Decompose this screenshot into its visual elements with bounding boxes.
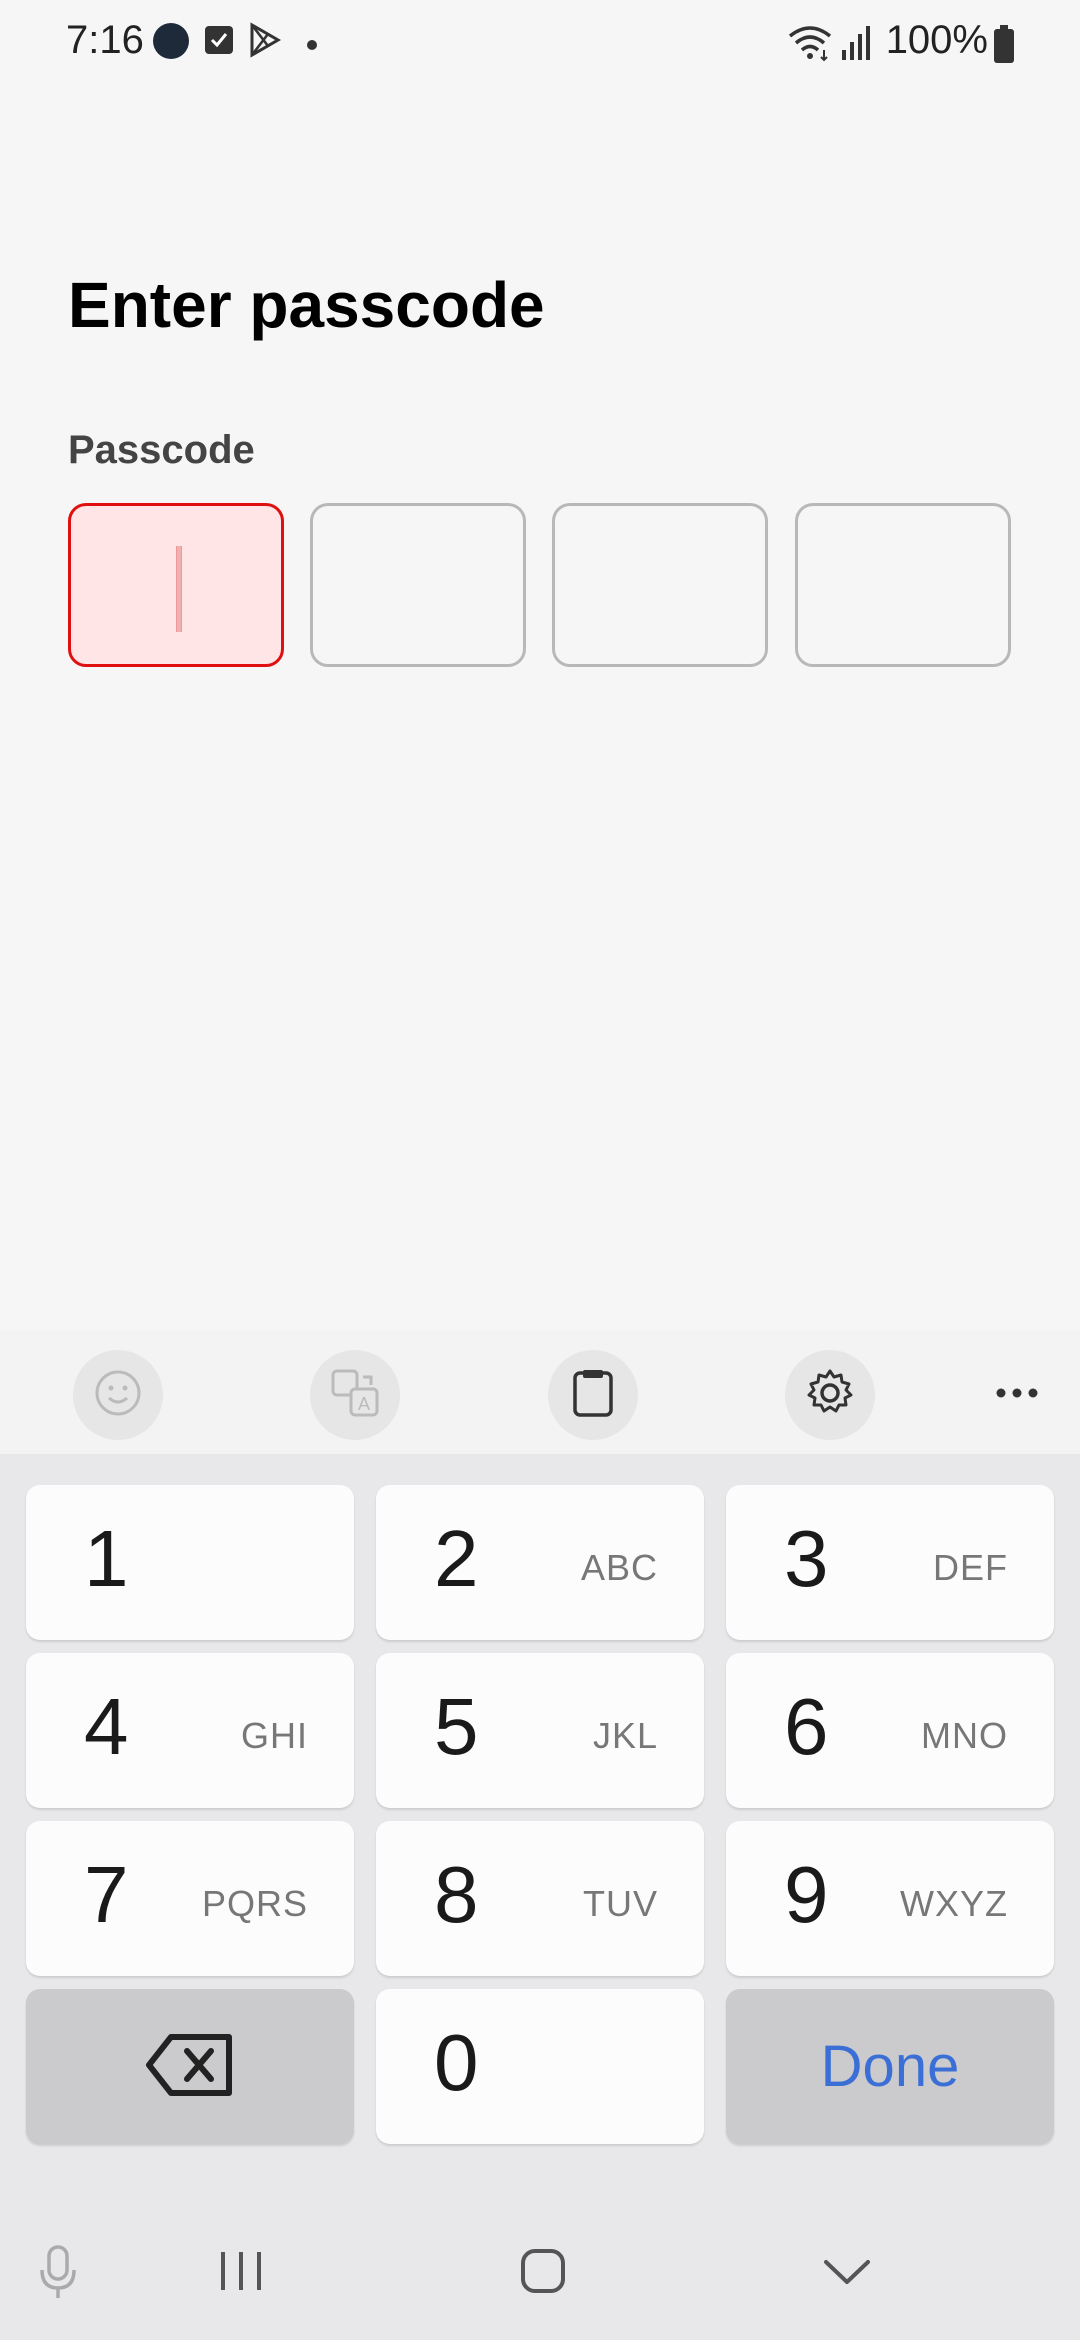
key-letters: ABC — [580, 1547, 658, 1588]
done-key[interactable]: Done — [726, 1989, 1054, 2144]
translate-button[interactable]: A — [310, 1350, 400, 1440]
key-digit: 1 — [84, 1514, 129, 1603]
key-5[interactable]: 5 JKL — [376, 1653, 704, 1808]
navigation-bar — [0, 2200, 1080, 2340]
key-letters: JKL — [592, 1715, 658, 1756]
key-letters: MNO — [921, 1715, 1008, 1756]
passcode-digit-3[interactable] — [552, 503, 768, 667]
text-cursor — [176, 546, 182, 632]
emoji-icon — [93, 1368, 143, 1423]
page-title: Enter passcode — [68, 269, 545, 341]
key-4[interactable]: 4 GHI — [26, 1653, 354, 1808]
key-letters: GHI — [240, 1715, 308, 1756]
passcode-input-group — [68, 503, 1012, 671]
key-letters: WXYZ — [900, 1883, 1008, 1924]
key-digit: 5 — [434, 1682, 479, 1771]
backspace-key[interactable] — [26, 1989, 354, 2144]
translate-icon: A — [329, 1367, 381, 1424]
checkbox-notification-icon — [204, 22, 234, 63]
settings-icon — [804, 1367, 856, 1424]
done-label: Done — [820, 2034, 960, 2099]
battery-percent: 100% — [885, 18, 988, 62]
microphone-icon — [38, 2245, 78, 2304]
battery-icon — [993, 24, 1015, 69]
key-digit: 7 — [84, 1850, 129, 1939]
signal-icon — [840, 22, 874, 67]
key-digit: 8 — [434, 1850, 479, 1939]
hide-keyboard-button[interactable] — [823, 2258, 871, 2291]
key-digit: 3 — [784, 1514, 829, 1603]
passcode-digit-1[interactable] — [68, 503, 284, 667]
play-store-icon — [246, 22, 282, 63]
passcode-digit-4[interactable] — [795, 503, 1011, 667]
key-digit: 2 — [434, 1514, 479, 1603]
app-notification-icon — [152, 22, 190, 65]
keyboard-toolbar: A — [0, 1330, 1080, 1454]
keyboard-settings-button[interactable] — [785, 1350, 875, 1440]
status-time: 7:16 — [66, 18, 144, 62]
key-9[interactable]: 9 WXYZ — [726, 1821, 1054, 1976]
home-button[interactable] — [520, 2248, 566, 2299]
key-digit: 4 — [84, 1682, 129, 1771]
emoji-button[interactable] — [73, 1350, 163, 1440]
passcode-digit-2[interactable] — [310, 503, 526, 667]
key-digit: 9 — [784, 1850, 829, 1939]
key-3[interactable]: 3 DEF — [726, 1485, 1054, 1640]
key-0[interactable]: 0 — [376, 1989, 704, 2144]
chevron-down-icon — [823, 2260, 871, 2290]
key-letters: TUV — [583, 1883, 658, 1924]
key-letters: PQRS — [201, 1883, 308, 1924]
svg-text:A: A — [358, 1394, 370, 1414]
more-icon — [995, 1386, 1039, 1404]
key-2[interactable]: 2 ABC — [376, 1485, 704, 1640]
recent-apps-icon — [218, 2252, 264, 2296]
key-letters: DEF — [933, 1547, 1008, 1588]
key-digit: 0 — [434, 2018, 479, 2107]
backspace-icon — [26, 2033, 354, 2097]
key-6[interactable]: 6 MNO — [726, 1653, 1054, 1808]
key-8[interactable]: 8 TUV — [376, 1821, 704, 1976]
home-icon — [520, 2249, 566, 2298]
status-bar: 7:16 100% — [0, 0, 1080, 88]
wifi-icon — [786, 22, 834, 67]
clipboard-button[interactable] — [548, 1350, 638, 1440]
key-digit: 6 — [784, 1682, 829, 1771]
more-options-button[interactable] — [972, 1350, 1062, 1440]
more-notifications-dot-icon — [306, 38, 318, 56]
key-1[interactable]: 1 — [26, 1485, 354, 1640]
passcode-label: Passcode — [68, 428, 255, 472]
voice-input-button[interactable] — [38, 2244, 78, 2305]
recent-apps-button[interactable] — [218, 2250, 264, 2297]
key-7[interactable]: 7 PQRS — [26, 1821, 354, 1976]
clipboard-icon — [571, 1368, 615, 1423]
